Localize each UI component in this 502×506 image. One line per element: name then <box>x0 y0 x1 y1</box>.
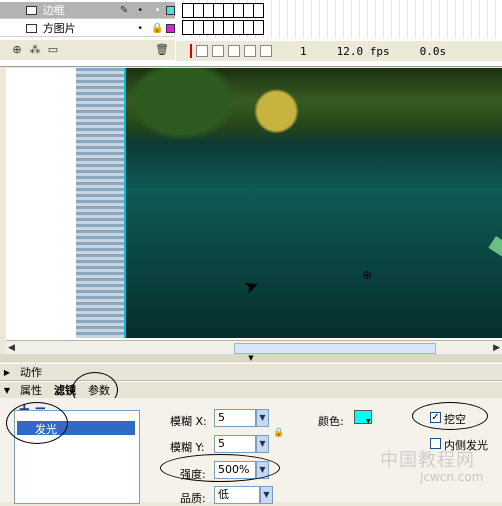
onion-skin-button[interactable] <box>212 45 224 57</box>
collapse-arrow-icon[interactable]: ▼ <box>0 386 14 395</box>
annotation-circle-strength <box>160 454 280 482</box>
annotation-circle-knockout <box>412 402 488 430</box>
color-label: 颜色: <box>318 415 344 428</box>
lock-icon[interactable]: 🔒 <box>149 23 166 34</box>
center-frame-button[interactable] <box>196 45 208 57</box>
elapsed-time: 0.0s <box>419 44 447 58</box>
stage-canvas[interactable]: ➤ ⊕ <box>6 68 502 340</box>
onion-outline-button[interactable] <box>228 45 240 57</box>
annotation-circle-filter-list <box>6 402 68 444</box>
pencil-icon: ✎ <box>119 4 129 16</box>
layer-row-square-image[interactable]: 方图片 • 🔒 <box>0 20 175 37</box>
blur-y-label: 模糊 Y: <box>170 441 205 454</box>
layer-name: 边框 <box>42 4 65 17</box>
scroll-left-icon[interactable]: ◀ <box>8 343 15 353</box>
current-frame: 1 <box>300 44 307 58</box>
blur-y-input[interactable]: 5 <box>214 435 256 453</box>
submerged-log <box>488 236 502 319</box>
chevron-down-icon[interactable]: ▼ <box>260 486 273 504</box>
layer-row-border[interactable]: 边框 ✎ • • <box>0 2 175 19</box>
layer-icon <box>26 5 37 15</box>
frame-rate: 12.0 fps <box>336 44 390 58</box>
swatch-dropdown-icon[interactable]: ▼ <box>366 418 371 425</box>
timeline-panel: 边框 ✎ • • 方图片 • 🔒 ⊕ ⁂ ▭ 🗑 1 12.0 fps 0.0s <box>0 0 502 67</box>
keyframe-span-layer-1[interactable] <box>182 3 264 18</box>
quality-select[interactable]: 低 <box>214 486 260 504</box>
scroll-right-icon[interactable]: ▶ <box>493 343 500 353</box>
add-motion-guide-icon[interactable]: ⁂ <box>28 44 42 56</box>
insert-folder-icon[interactable]: ▭ <box>46 44 60 56</box>
visibility-dot-icon[interactable]: • <box>131 5 148 16</box>
layer-outline-color-swatch[interactable] <box>166 5 175 15</box>
visibility-dot-icon[interactable]: • <box>131 23 148 34</box>
chevron-down-icon[interactable]: ▼ <box>256 435 269 453</box>
quality-label: 品质: <box>180 492 206 505</box>
trash-icon[interactable]: 🗑 <box>155 44 169 56</box>
border-frame-strip[interactable] <box>76 68 126 338</box>
watermark-url: jcwcn.com <box>420 470 484 484</box>
expand-arrow-icon[interactable]: ▶ <box>0 368 14 377</box>
actions-panel-header[interactable]: ▶ 动作 <box>0 363 502 381</box>
blur-x-input[interactable]: 5 <box>214 409 256 427</box>
layer-controls: ⊕ ⁂ ▭ 🗑 <box>0 40 175 60</box>
layer-name: 方图片 <box>42 22 76 35</box>
playhead-marker[interactable] <box>190 44 192 58</box>
edit-multiple-frames-button[interactable] <box>244 45 256 57</box>
layer-icon <box>26 23 37 33</box>
blur-x-label: 模糊 X: <box>170 415 207 428</box>
lock-dot-icon[interactable]: • <box>149 5 166 16</box>
watermark-logo: 中国教程网 <box>380 450 475 471</box>
link-lock-icon[interactable]: 🔒 <box>273 428 284 438</box>
actions-label[interactable]: 动作 <box>14 364 48 380</box>
timeline-status-bar: 1 12.0 fps 0.0s <box>176 41 502 61</box>
lake-photo[interactable] <box>126 68 502 338</box>
layer-outline-color-swatch[interactable] <box>166 23 175 33</box>
horizontal-scrollbar[interactable]: ◀ ▶ <box>6 340 502 355</box>
modify-markers-button[interactable] <box>260 45 272 57</box>
panel-splitter[interactable]: ▼ <box>0 354 502 362</box>
insert-layer-icon[interactable]: ⊕ <box>10 44 24 56</box>
registration-point-icon: ⊕ <box>362 268 373 282</box>
chevron-down-icon[interactable]: ▼ <box>256 409 269 427</box>
keyframe-span-layer-2[interactable] <box>182 20 264 35</box>
tab-properties[interactable]: 属性 <box>14 382 48 398</box>
scroll-thumb[interactable] <box>234 343 436 354</box>
